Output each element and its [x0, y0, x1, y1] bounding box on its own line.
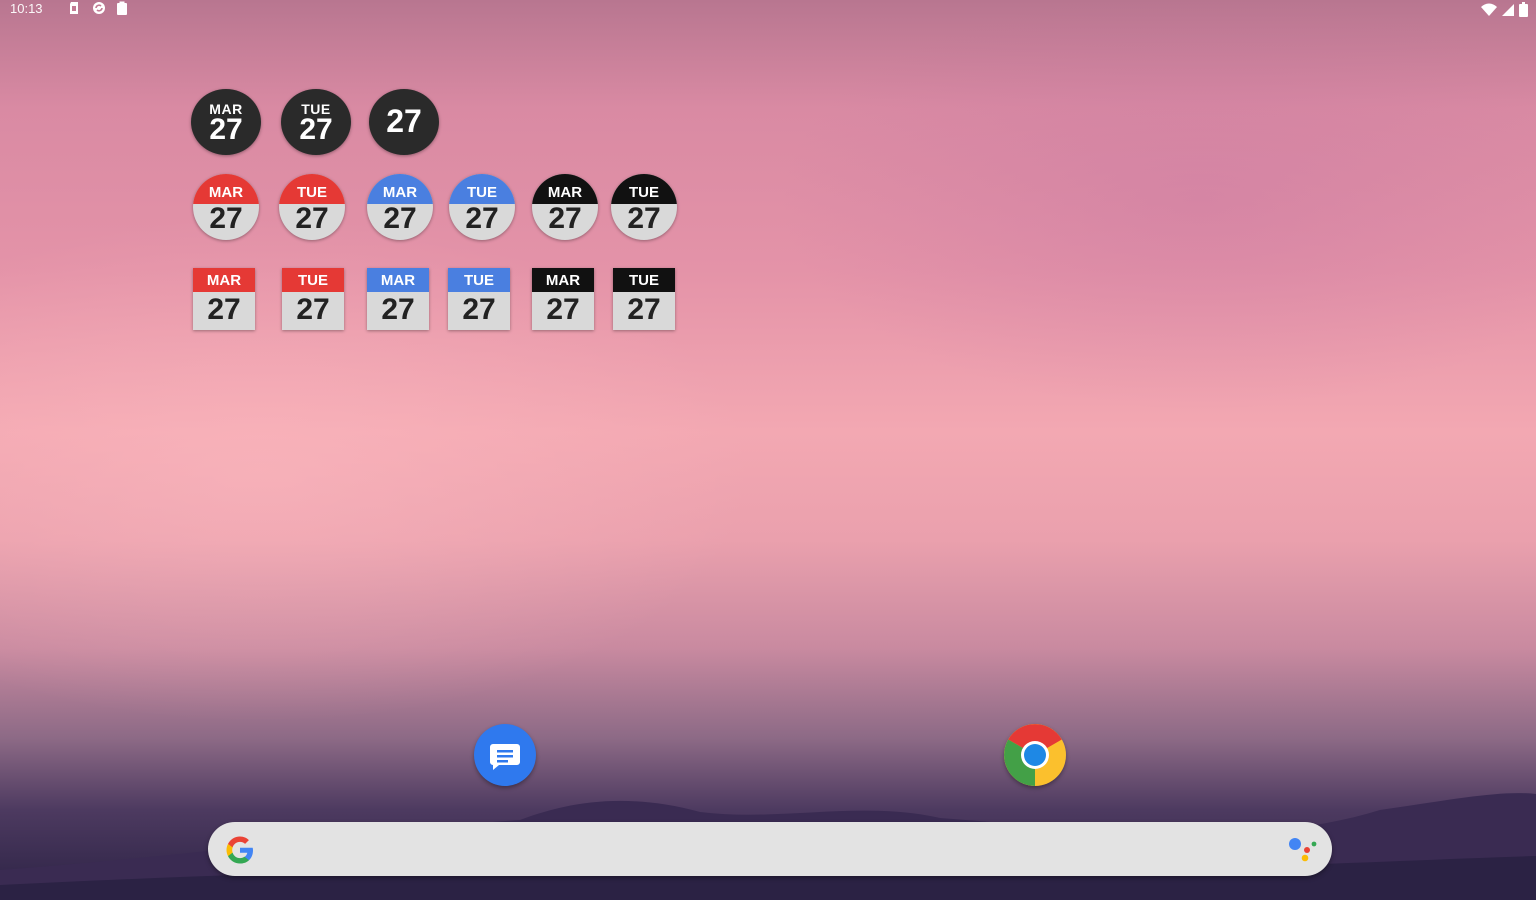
messages-app-icon[interactable] [474, 724, 536, 786]
widget-header-band: TUE [613, 268, 675, 292]
widget-header-band: TUE [279, 174, 345, 204]
google-logo-icon [226, 836, 253, 864]
widget-header-band: TUE [448, 268, 510, 292]
widget-weekday-label: TUE [467, 184, 497, 201]
widget-weekday-label: TUE [464, 272, 494, 289]
date-widget-dark-month[interactable]: MAR 27 [191, 89, 261, 155]
date-widget-blue-square-weekday[interactable]: TUE 27 [448, 268, 510, 330]
widget-weekday-label: TUE [629, 184, 659, 201]
widget-header-band: MAR [193, 268, 255, 292]
widget-header-band: TUE [611, 174, 677, 204]
widget-day-number: 27 [627, 202, 661, 235]
widget-day-number: 27 [296, 293, 330, 326]
widget-day-number: 27 [381, 293, 415, 326]
widget-weekday-label: TUE [629, 272, 659, 289]
date-widget-black-square-weekday[interactable]: TUE 27 [613, 268, 675, 330]
google-assistant-icon[interactable] [1288, 836, 1318, 862]
widget-day-number: 27 [207, 293, 241, 326]
chrome-app-icon[interactable] [1004, 724, 1066, 786]
widget-header-band: MAR [532, 268, 594, 292]
messages-icon [490, 744, 520, 770]
widget-day-number: 27 [209, 202, 243, 235]
date-widget-black-square-month[interactable]: MAR 27 [532, 268, 594, 330]
date-widget-black-circle-month[interactable]: MAR 27 [532, 174, 598, 240]
date-widget-blue-circle-month[interactable]: MAR 27 [367, 174, 433, 240]
date-widget-black-circle-weekday[interactable]: TUE 27 [611, 174, 677, 240]
sd-card-icon [68, 1, 80, 15]
widget-day-number: 27 [546, 293, 580, 326]
widget-header-band: MAR [532, 174, 598, 204]
widget-month-label: MAR [206, 272, 242, 289]
widget-day-number: 27 [465, 202, 499, 235]
widget-month-label: MAR [547, 184, 583, 201]
widget-header-band: MAR [367, 268, 429, 292]
signal-icon [1501, 3, 1515, 20]
date-widget-red-circle-month[interactable]: MAR 27 [193, 174, 259, 240]
search-input[interactable] [272, 832, 1266, 868]
widget-day-number: 27 [462, 293, 496, 326]
date-widget-dark-weekday[interactable]: TUE 27 [281, 89, 351, 155]
date-widget-red-square-month[interactable]: MAR 27 [193, 268, 255, 330]
status-bar: 10:13 [0, 0, 1536, 18]
widget-day-number: 27 [386, 103, 422, 139]
widget-day-number: 27 [383, 202, 417, 235]
clipboard-icon [116, 1, 128, 15]
widget-day-number: 27 [209, 113, 243, 146]
widget-day-number: 27 [627, 293, 661, 326]
widget-month-label: MAR [380, 272, 416, 289]
date-widget-blue-square-month[interactable]: MAR 27 [367, 268, 429, 330]
widget-weekday-label: TUE [297, 184, 327, 201]
widget-header-band: TUE [282, 268, 344, 292]
chrome-icon [1004, 724, 1066, 786]
date-widget-dark-day-only[interactable]: 27 [369, 89, 439, 155]
widget-day-number: 27 [295, 202, 329, 235]
widget-header-band: TUE [449, 174, 515, 204]
widget-month-label: MAR [382, 184, 418, 201]
widget-header-band: MAR [367, 174, 433, 204]
widget-day-number: 27 [299, 113, 333, 146]
date-widget-red-square-weekday[interactable]: TUE 27 [282, 268, 344, 330]
widget-day-number: 27 [548, 202, 582, 235]
widget-month-label: MAR [208, 184, 244, 201]
status-time: 10:13 [10, 1, 43, 16]
widget-month-label: MAR [545, 272, 581, 289]
widget-weekday-label: TUE [298, 272, 328, 289]
battery-icon [1519, 2, 1528, 20]
sync-icon [92, 1, 105, 15]
widget-header-band: MAR [193, 174, 259, 204]
date-widget-red-circle-weekday[interactable]: TUE 27 [279, 174, 345, 240]
wifi-icon [1481, 3, 1497, 20]
google-search-bar[interactable] [208, 822, 1332, 876]
date-widget-blue-circle-weekday[interactable]: TUE 27 [449, 174, 515, 240]
